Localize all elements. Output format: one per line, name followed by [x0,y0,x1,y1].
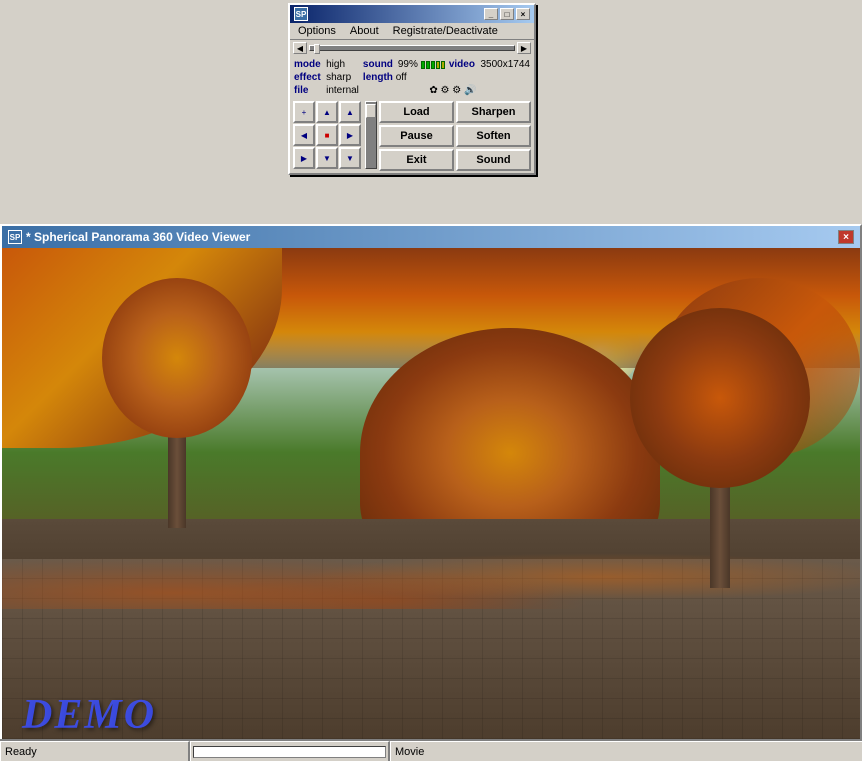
vertical-slider[interactable] [365,101,377,169]
progress-bar [193,746,386,758]
transport-btn-right[interactable]: ▶ [339,124,361,146]
demo-watermark: DEMO [22,691,156,739]
exit-button[interactable]: Exit [379,149,454,171]
sound-seg-5 [441,61,445,69]
sound-value: 99% [396,58,447,71]
viewer-app-icon: SP [8,230,22,244]
tree-left-canopy [102,278,252,438]
action-row-1: Load Sharpen [379,101,531,123]
soften-button[interactable]: Soften [456,125,531,147]
viewer-close-btn[interactable]: × [838,230,854,244]
cp-body: mode high sound 99% vid [290,56,534,99]
transport-buttons: + ▲ ▲ ◀ ■ ▶ ▶ ▼ ▼ [293,101,361,169]
control-panel: SP _ □ × Options About Registrate/Deacti… [288,3,536,175]
cp-titlebar: SP _ □ × [290,5,534,23]
seek-left-arrow[interactable]: ◀ [293,42,307,54]
video-value: 3500x1744 [479,58,533,71]
icon-gear2[interactable]: ⚙ [452,85,461,96]
status-movie-text: Movie [395,746,424,758]
cp-seek-bar: ◀ ▶ [290,40,534,56]
length-value: off [396,72,407,83]
icon-flower[interactable]: ✿ [429,85,437,96]
sound-bar: 99% [398,59,445,70]
transport-btn-down[interactable]: ▼ [316,147,338,169]
action-buttons: Load Sharpen Pause Soften Exit Sound [379,101,531,171]
action-row-2: Pause Soften [379,125,531,147]
sharpen-button[interactable]: Sharpen [456,101,531,123]
sound-label: sound [361,58,396,71]
seek-track[interactable] [309,45,515,51]
file-value: internal [324,84,361,97]
status-ready-text: Ready [5,746,37,758]
tree-left [102,278,252,528]
sound-button[interactable]: Sound [456,149,531,171]
seek-right-arrow[interactable]: ▶ [517,42,531,54]
sound-seg-4 [436,61,440,69]
viewer-title: * Spherical Panorama 360 Video Viewer [26,230,250,244]
length-label: length [363,72,393,83]
cp-transport: + ▲ ▲ ◀ ■ ▶ ▶ ▼ ▼ Load Sharpen Pause Sof… [290,99,534,173]
video-label: video [447,58,479,71]
icon-gear[interactable]: ⚙ [441,85,450,96]
mode-value: high [324,58,361,71]
status-bar: Ready Movie [0,739,862,761]
transport-btn-left[interactable]: ◀ [293,124,315,146]
cp-titlebar-buttons: _ □ × [484,8,530,20]
transport-btn-9[interactable]: ▼ [339,147,361,169]
transport-btn-7[interactable]: ▶ [293,147,315,169]
status-movie-panel: Movie [390,741,862,761]
info-row-1: mode high sound 99% vid [292,58,532,71]
sound-seg-2 [426,61,430,69]
viewer-titlebar: SP * Spherical Panorama 360 Video Viewer… [2,226,860,248]
effect-label: effect [292,71,324,84]
viewer-window: SP * Spherical Panorama 360 Video Viewer… [0,224,862,761]
pause-button[interactable]: Pause [379,125,454,147]
effect-value: sharp [324,71,361,84]
icon-speaker[interactable]: 🔊 [464,85,476,96]
transport-btn-1[interactable]: + [293,101,315,123]
file-label: file [292,84,324,97]
status-ready-panel: Ready [0,741,190,761]
action-row-3: Exit Sound [379,149,531,171]
menu-options[interactable]: Options [292,24,342,38]
menu-registrate[interactable]: Registrate/Deactivate [387,24,504,38]
transport-btn-up[interactable]: ▲ [316,101,338,123]
load-button[interactable]: Load [379,101,454,123]
sound-pct: 99% [398,59,418,70]
cp-close-btn[interactable]: × [516,8,530,20]
transport-btn-center[interactable]: ■ [316,124,338,146]
info-table: mode high sound 99% vid [292,58,532,97]
seek-thumb[interactable] [314,44,320,54]
length-cell: length off [361,71,447,84]
tree-right [630,308,810,588]
sound-seg-3 [431,61,435,69]
sound-seg-1 [421,61,425,69]
viewer-content[interactable]: DEMO [2,248,860,759]
cp-app-icon: SP [294,7,308,21]
panorama-scene: DEMO [2,248,860,759]
info-row-2: effect sharp length off [292,71,532,84]
cp-maximize-btn[interactable]: □ [500,8,514,20]
mode-label: mode [292,58,324,71]
info-row-3: file internal ✿ ⚙ ⚙ 🔊 [292,84,532,97]
cp-minimize-btn[interactable]: _ [484,8,498,20]
status-progress-panel [190,741,390,761]
menu-about[interactable]: About [344,24,385,38]
icons-cell: ✿ ⚙ ⚙ 🔊 [361,84,479,97]
transport-btn-3[interactable]: ▲ [339,101,361,123]
cp-title-left: SP [294,7,308,21]
cp-menubar: Options About Registrate/Deactivate [290,23,534,40]
tree-right-canopy [630,308,810,488]
viewer-title-left: SP * Spherical Panorama 360 Video Viewer [8,230,250,244]
v-slider-thumb[interactable] [366,104,376,118]
